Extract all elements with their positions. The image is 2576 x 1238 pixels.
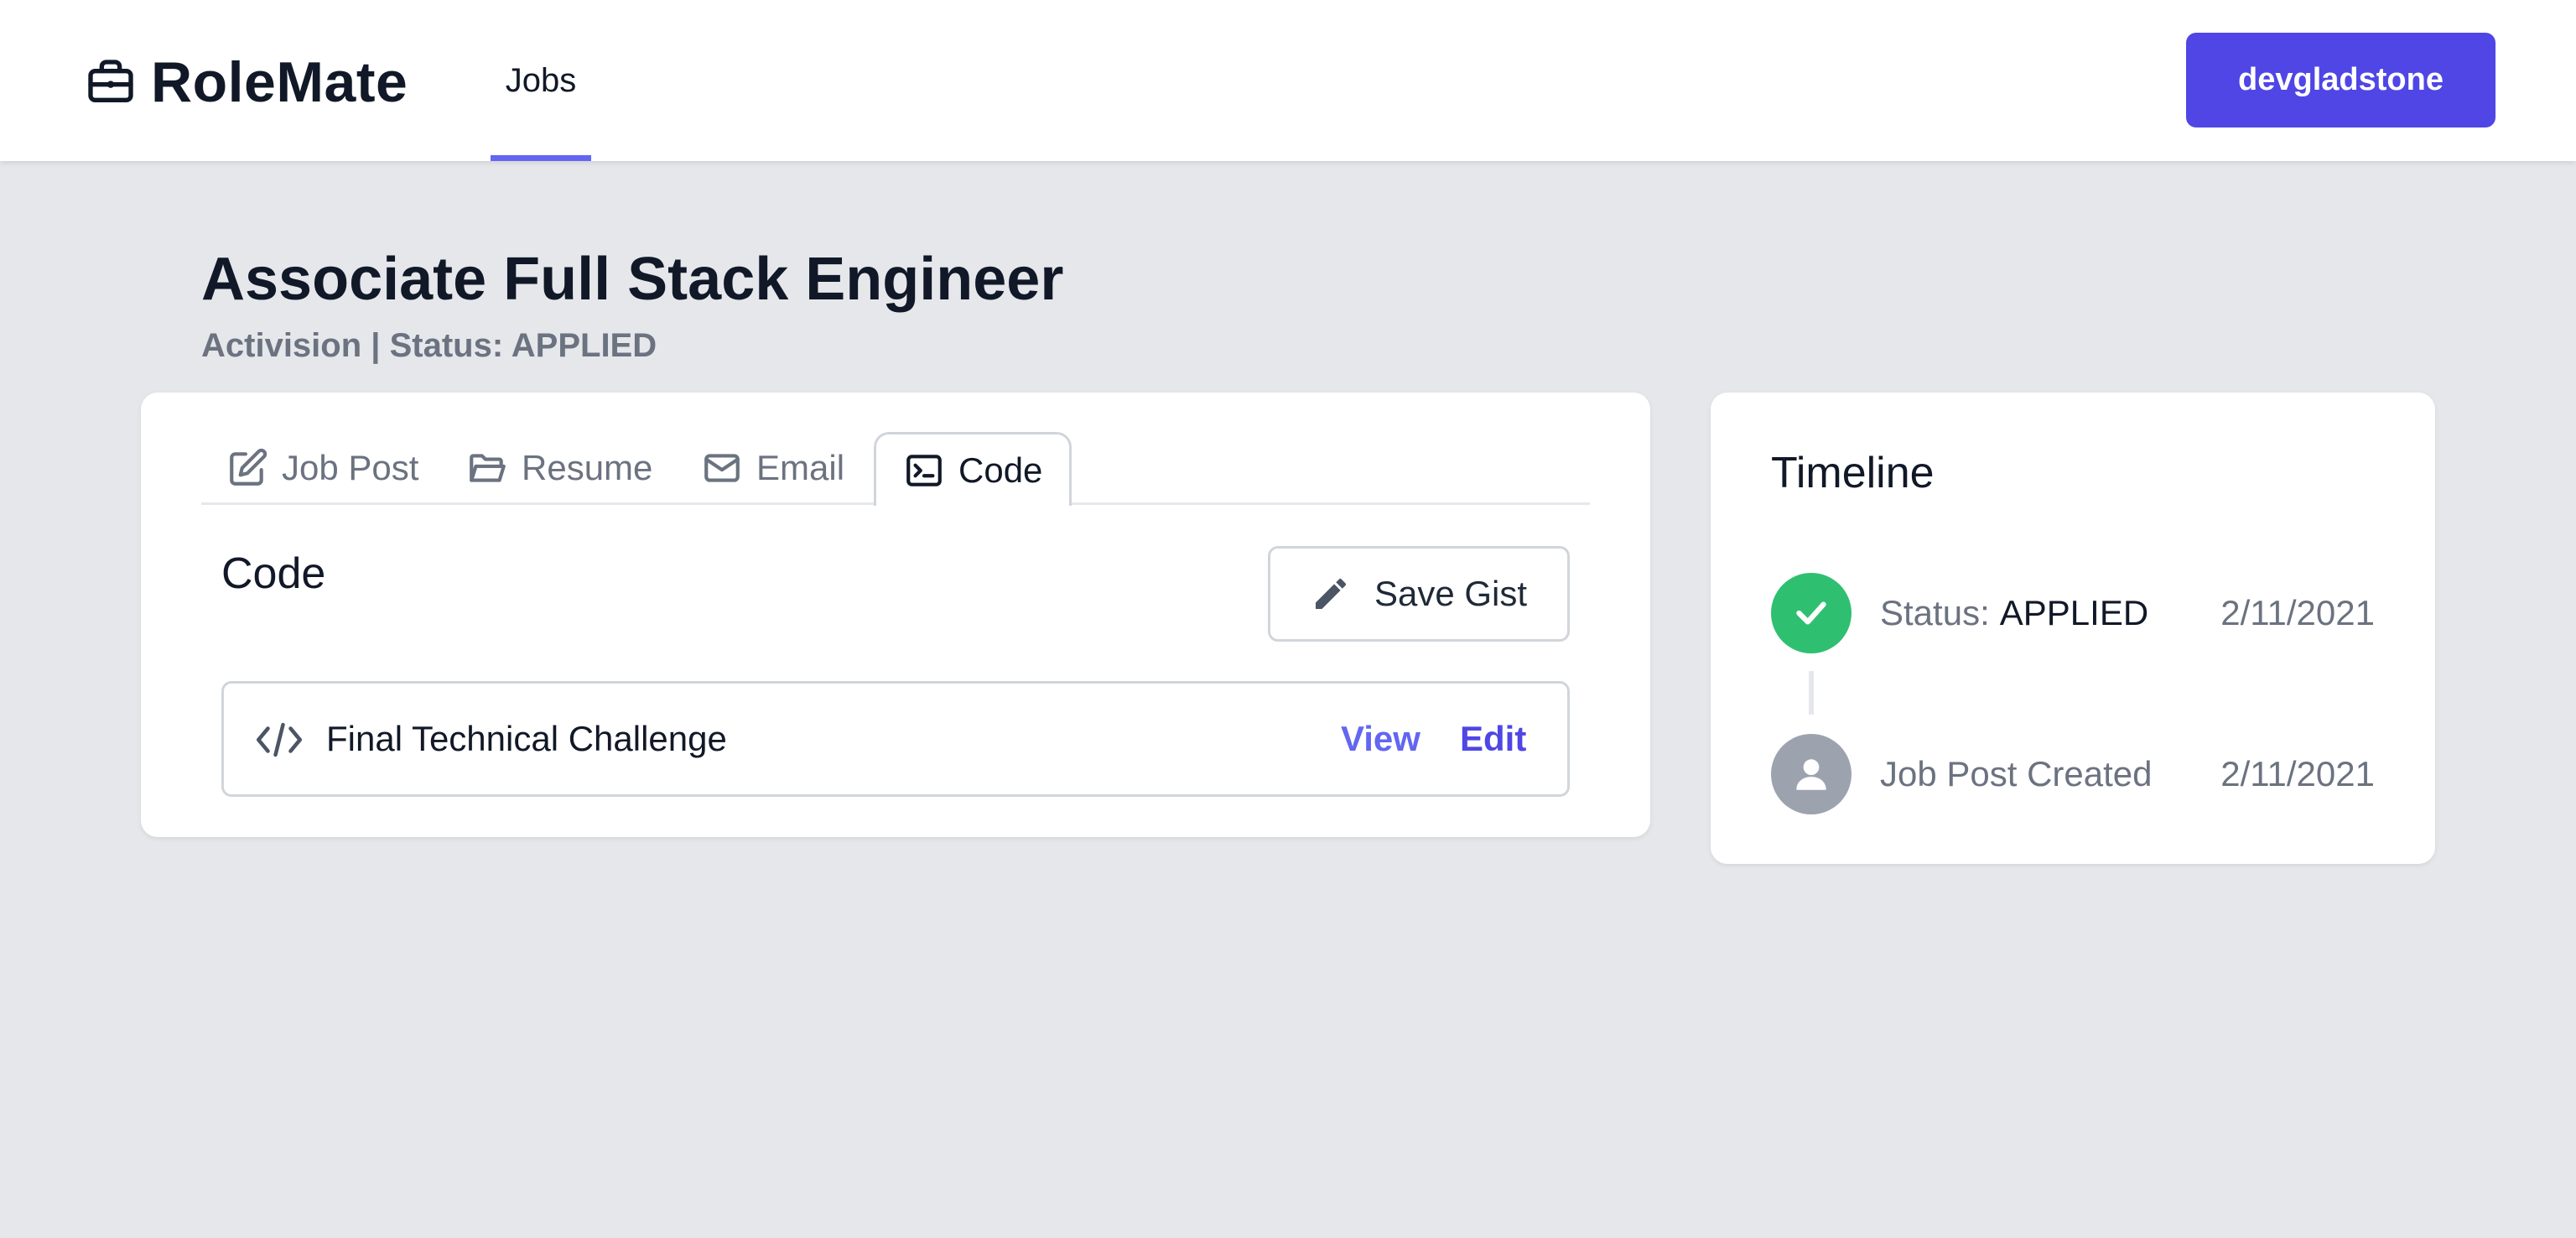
timeline-connector <box>1809 671 1814 715</box>
tab-job-post[interactable]: Job Post <box>226 433 418 503</box>
timeline-card: Timeline Status: APPLIED 2/11/2021 Job P… <box>1711 393 2435 864</box>
envelope-icon <box>704 454 740 482</box>
code-item-title: Final Technical Challenge <box>326 719 727 758</box>
folder-open-icon <box>470 454 506 482</box>
status-dot <box>1771 573 1852 653</box>
view-link[interactable]: View <box>1341 684 1420 794</box>
check-icon <box>1796 601 1826 625</box>
timeline-title: Timeline <box>1771 449 1935 497</box>
user-menu-button[interactable]: devgladstone <box>2186 33 2496 127</box>
save-gist-label: Save Gist <box>1374 574 1528 613</box>
tab-email[interactable]: Email <box>701 433 844 503</box>
tab-label: Resume <box>522 448 653 487</box>
section-title: Code <box>221 549 326 598</box>
top-navbar: RoleMate Jobs devgladstone <box>0 0 2576 161</box>
edit-link[interactable]: Edit <box>1460 684 1526 794</box>
tab-label: Email <box>756 448 845 487</box>
briefcase-icon <box>88 60 133 102</box>
avatar <box>1771 734 1852 814</box>
event-prefix: Status: <box>1880 593 1990 632</box>
pencil-icon <box>1315 579 1346 609</box>
timeline-event-status: Status: APPLIED <box>1880 573 2148 653</box>
tab-label: Code <box>958 450 1043 490</box>
list-item: Final Technical Challenge View Edit <box>221 681 1570 797</box>
pencil-square-icon <box>230 448 267 486</box>
event-value: APPLIED <box>1999 593 2149 632</box>
job-detail-card: Job Post Resume Email Code Code Save Gis… <box>141 393 1650 837</box>
event-prefix: Job Post Created <box>1880 754 2153 793</box>
save-gist-button[interactable]: Save Gist <box>1268 546 1570 642</box>
event-date: 2/11/2021 <box>2220 593 2375 632</box>
tab-label: Job Post <box>282 448 419 487</box>
page-title: Associate Full Stack Engineer <box>201 246 1064 313</box>
event-date: 2/11/2021 <box>2220 754 2375 793</box>
tab-resume[interactable]: Resume <box>466 433 652 503</box>
user-icon <box>1796 759 1826 790</box>
code-brackets-icon <box>257 722 302 757</box>
tab-code[interactable]: Code <box>874 432 1072 506</box>
brand-logo[interactable]: RoleMate <box>84 47 408 117</box>
page-subtitle: Activision | Status: APPLIED <box>201 327 657 364</box>
terminal-icon <box>906 454 942 486</box>
nav-tab-jobs[interactable]: Jobs <box>491 0 591 161</box>
brand-name: RoleMate <box>151 50 408 114</box>
timeline-event-created: Job Post Created <box>1880 734 2153 814</box>
